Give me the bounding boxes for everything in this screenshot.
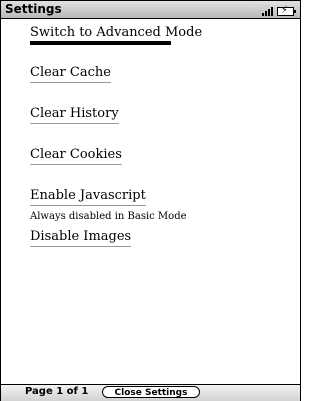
menu-item-switch-advanced-mode[interactable]: Switch to Advanced Mode [30, 25, 202, 42]
menu-item-clear-cookies[interactable]: Clear Cookies [30, 147, 122, 165]
title-bar: Settings ⚡ [1, 1, 300, 19]
menu-item-clear-history[interactable]: Clear History [30, 106, 119, 124]
signal-bars-icon [262, 6, 273, 16]
menu-item-disable-images[interactable]: Disable Images [30, 229, 132, 247]
menu-item-label: Enable Javascript [30, 188, 146, 206]
javascript-note: Always disabled in Basic Mode [30, 211, 187, 222]
menu-item-label: Clear Cache [30, 65, 111, 83]
battery-charging-icon: ⚡ [277, 5, 296, 16]
status-area: ⚡ [262, 4, 296, 16]
window-title: Settings [5, 2, 62, 16]
menu-item-label: Switch to Advanced Mode [30, 25, 203, 40]
menu-item-clear-cache[interactable]: Clear Cache [30, 65, 111, 83]
menu-item-enable-javascript[interactable]: Enable Javascript [30, 188, 146, 206]
page-indicator: Page 1 of 1 [25, 386, 89, 397]
menu-item-label: Clear Cookies [30, 147, 122, 165]
menu-item-label: Disable Images [30, 229, 132, 247]
menu-item-label: Clear History [30, 106, 119, 124]
battery-bolt: ⚡ [281, 5, 289, 16]
footer-bar: Page 1 of 1 Close Settings [1, 384, 300, 401]
close-settings-button[interactable]: Close Settings [102, 386, 200, 398]
